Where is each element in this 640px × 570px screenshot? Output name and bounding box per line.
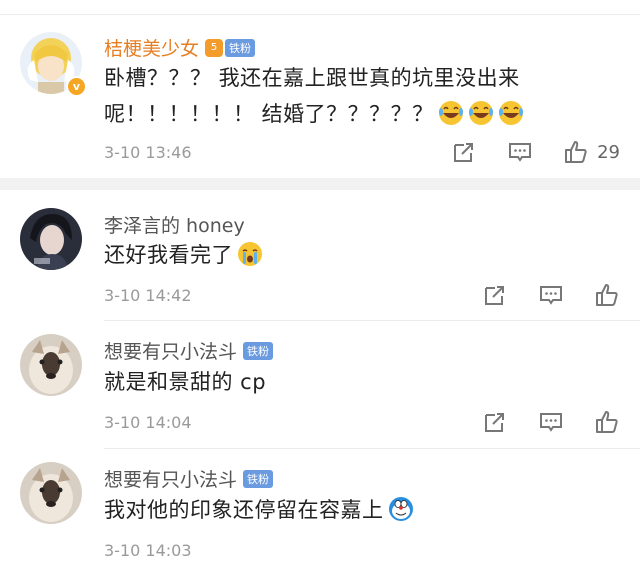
name-row: 想要有只小法斗 铁粉 <box>104 337 274 364</box>
comment-text: 我对他的印象还停留在容嘉上 <box>104 492 616 528</box>
like-button[interactable] <box>594 409 620 435</box>
comment-icon <box>540 286 562 305</box>
comment-text: 就是和景甜的 cp <box>104 370 267 394</box>
avatar[interactable] <box>20 334 82 396</box>
username[interactable]: 想要有只小法斗 <box>104 465 237 492</box>
comment-text-content: 我对他的印象还停留在容嘉上 <box>104 498 384 522</box>
avatar[interactable] <box>20 462 82 524</box>
comment-time: 3-10 14:04 <box>104 413 192 432</box>
comment-actions <box>452 282 620 308</box>
crying-emoji-icon <box>238 242 262 266</box>
share-icon <box>485 286 504 305</box>
like-icon <box>596 284 618 306</box>
share-button[interactable] <box>451 139 477 165</box>
comment-text-line-2-text: 呢！！！！！！ 结婚了？？？？？ <box>104 102 434 126</box>
like-count: 29 <box>597 141 620 163</box>
doraemon-emoji-icon <box>388 497 413 521</box>
comment-time: 3-10 13:46 <box>104 143 192 162</box>
comment-time: 3-10 14:03 <box>104 541 192 560</box>
level-badge: 5 <box>205 38 224 57</box>
name-row: 桔梗美少女 5 铁粉 <box>104 34 256 61</box>
comment-text-line-1: 卧槽？？？ 我还在嘉上跟世真的坑里没出来 <box>104 66 520 90</box>
like-icon <box>596 411 618 433</box>
share-button[interactable] <box>482 282 508 308</box>
laugh-cry-emoji-icon <box>468 101 493 125</box>
comment-button[interactable] <box>507 139 533 165</box>
like-icon <box>565 141 587 163</box>
comment-icon <box>509 143 532 162</box>
fan-badge: 铁粉 <box>243 469 274 488</box>
comment-text: 还好我看完了 <box>104 237 616 273</box>
section-separator <box>0 178 640 190</box>
share-button[interactable] <box>482 409 508 435</box>
username[interactable]: 想要有只小法斗 <box>104 337 237 364</box>
laugh-cry-emoji-group <box>434 101 524 126</box>
share-icon <box>485 413 504 432</box>
comment-divider <box>104 448 640 449</box>
comment-actions: 29 <box>421 139 620 165</box>
comment-button[interactable] <box>538 409 564 435</box>
comment-time: 3-10 14:42 <box>104 286 192 305</box>
like-button[interactable]: 29 <box>563 139 620 165</box>
comment-button[interactable] <box>538 282 564 308</box>
laugh-cry-emoji-icon <box>498 101 523 125</box>
comment-icon <box>540 413 562 432</box>
name-row: 想要有只小法斗 铁粉 <box>104 465 274 492</box>
verified-badge-icon: v <box>66 76 87 97</box>
comment-divider <box>104 320 640 321</box>
comment-actions <box>452 409 620 435</box>
username[interactable]: 桔梗美少女 <box>104 34 199 61</box>
top-divider <box>0 14 640 15</box>
fan-badge: 铁粉 <box>225 38 256 57</box>
comment-text: 卧槽？？？ 我还在嘉上跟世真的坑里没出来 呢！！！！！！ 结婚了？？？？？ <box>104 60 616 132</box>
comment-text-line-2: 呢！！！！！！ 结婚了？？？？？ <box>104 96 616 132</box>
name-row: 李泽言的 honey <box>104 211 245 238</box>
avatar[interactable] <box>20 208 82 270</box>
laugh-cry-emoji-icon <box>438 101 463 125</box>
share-icon <box>454 143 474 162</box>
fan-badge: 铁粉 <box>243 341 274 360</box>
username[interactable]: 李泽言的 honey <box>104 211 245 238</box>
like-button[interactable] <box>594 282 620 308</box>
comment-text-content: 还好我看完了 <box>104 243 233 267</box>
